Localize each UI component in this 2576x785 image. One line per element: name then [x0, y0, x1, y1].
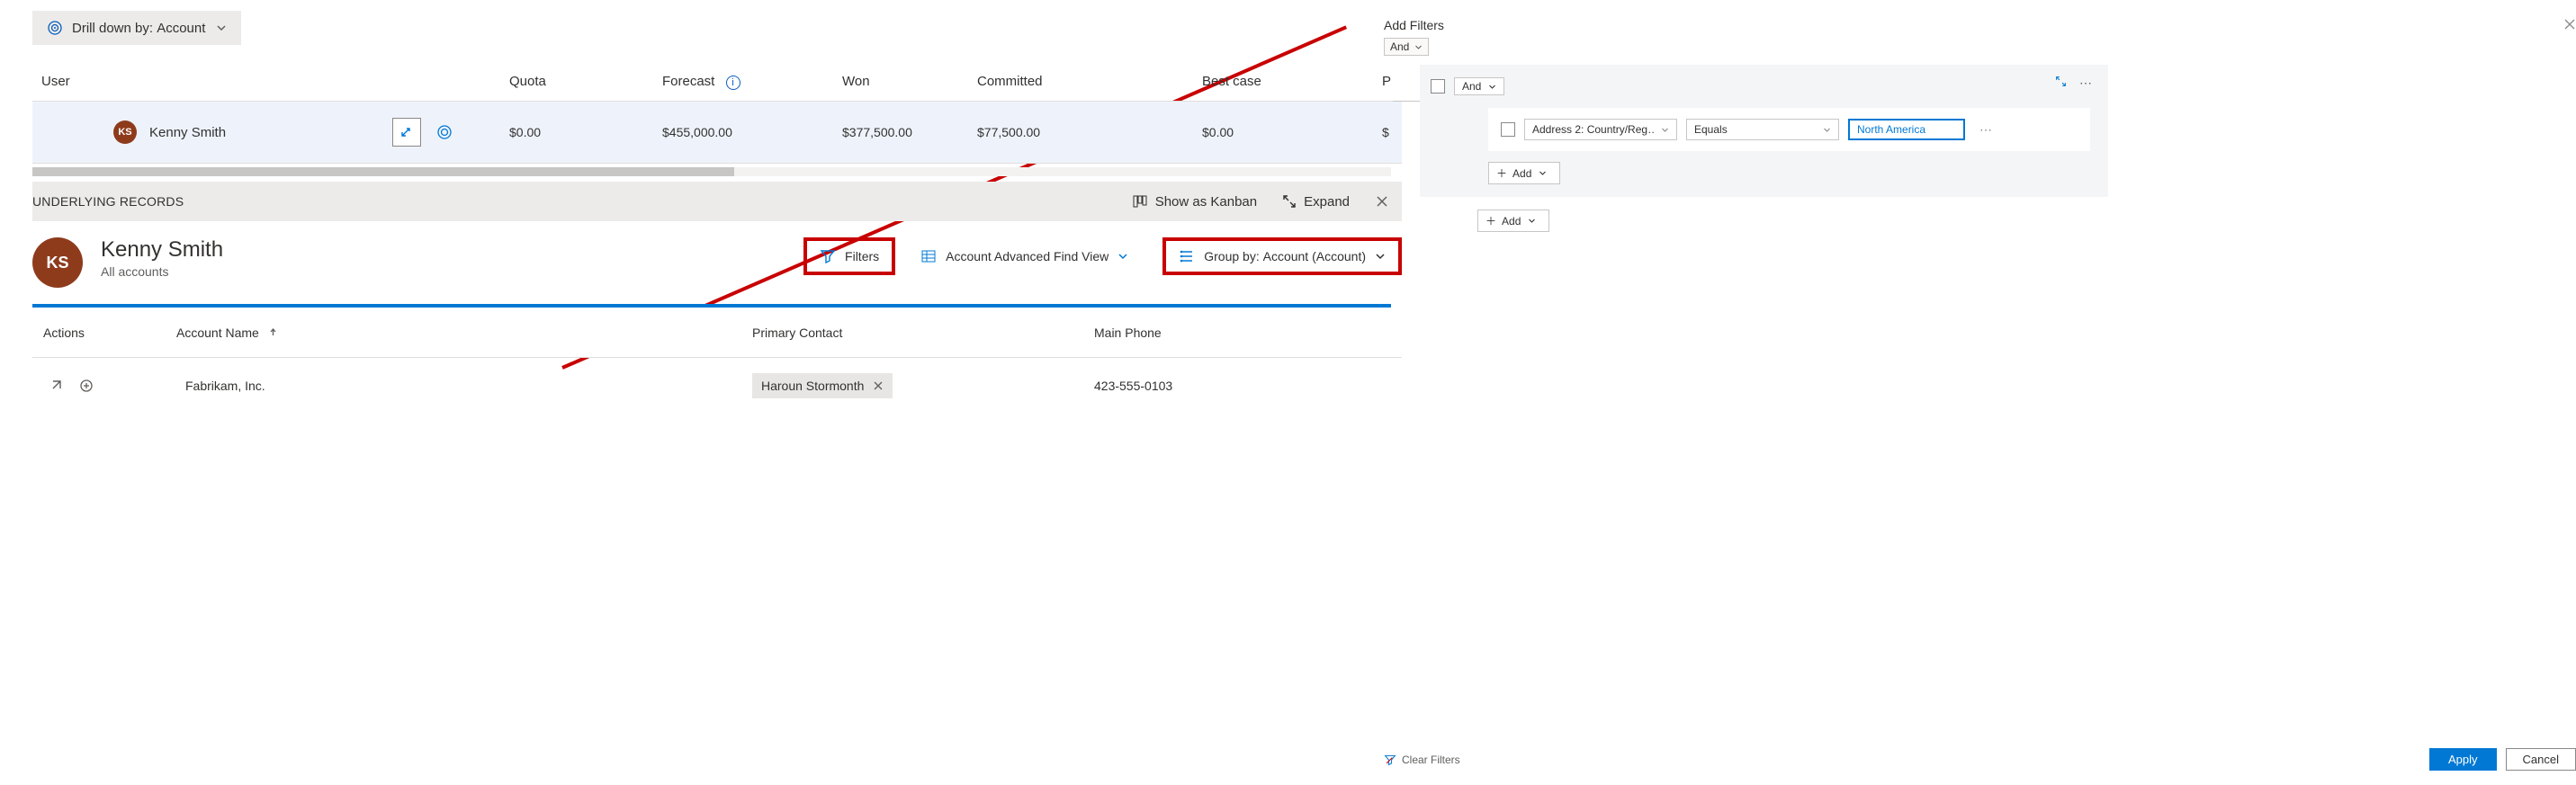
field-label: Address 2: Country/Reg…: [1532, 123, 1654, 136]
cell-committed: $77,500.00: [977, 125, 1202, 139]
col-user[interactable]: User: [32, 74, 509, 90]
root-operator-pill[interactable]: And: [1384, 38, 1429, 56]
groupby-label: Group by:: [1204, 249, 1259, 263]
h-scrollbar[interactable]: [32, 167, 1391, 176]
add-label: Add: [1502, 215, 1521, 227]
open-record-icon[interactable]: [49, 379, 63, 393]
cell-forecast: $455,000.00: [662, 125, 842, 139]
cell-account: Fabrikam, Inc.: [176, 379, 752, 393]
operator-select[interactable]: Equals: [1686, 119, 1839, 140]
cell-phone: 423-555-0103: [1094, 379, 1364, 393]
group-operator-label: And: [1462, 80, 1481, 93]
add-label: Add: [1512, 167, 1531, 180]
clear-filters-label: Clear Filters: [1402, 754, 1460, 766]
chevron-down-icon: [1539, 169, 1547, 177]
drilldown-button[interactable]: Drill down by: Account: [32, 11, 241, 45]
plus-icon: ＋: [1496, 165, 1507, 181]
filter-condition-row: Address 2: Country/Reg… Equals ⋯: [1488, 108, 2090, 151]
detail-name: Kenny Smith: [101, 237, 223, 263]
th-phone[interactable]: Main Phone: [1094, 326, 1364, 340]
user-avatar-small: KS: [113, 120, 137, 144]
kanban-label: Show as Kanban: [1155, 194, 1257, 210]
user-avatar-large: KS: [32, 237, 83, 288]
forecast-header-row: User Quota Forecast i Won Committed Best…: [32, 67, 1402, 101]
col-quota[interactable]: Quota: [509, 74, 662, 90]
col-won[interactable]: Won: [842, 74, 977, 90]
cell-best: $0.00: [1202, 125, 1382, 139]
th-account-label: Account Name: [176, 326, 259, 340]
clear-filters-button[interactable]: Clear Filters: [1384, 754, 1460, 766]
underlying-bar: UNDERLYING RECORDS Show as Kanban Expand: [32, 182, 1402, 221]
expand-label: Expand: [1304, 194, 1350, 210]
col-best[interactable]: Best case: [1202, 74, 1382, 90]
contact-chip[interactable]: Haroun Stormonth: [752, 373, 893, 398]
detail-subtitle: All accounts: [101, 264, 223, 279]
plus-icon: ＋: [1485, 213, 1496, 228]
show-kanban-button[interactable]: Show as Kanban: [1132, 193, 1257, 210]
target-icon: [47, 20, 63, 36]
chevron-down-icon: [216, 22, 227, 33]
expand-group-icon[interactable]: [2055, 76, 2067, 87]
chevron-down-icon: [1823, 126, 1831, 134]
th-account[interactable]: Account Name: [176, 326, 752, 340]
root-operator-label: And: [1390, 40, 1409, 53]
view-selector[interactable]: Account Advanced Find View: [915, 241, 1143, 272]
group-operator-pill[interactable]: And: [1454, 77, 1504, 95]
add-filters-panel: Add Filters And And ⋯: [1384, 18, 2576, 232]
add-condition-button[interactable]: ＋ Add: [1488, 162, 1560, 184]
target-small-icon[interactable]: [430, 118, 459, 147]
cell-won: $377,500.00: [842, 125, 977, 139]
chevron-down-icon: [1528, 217, 1536, 225]
h-scroll-thumb[interactable]: [32, 167, 734, 176]
th-actions[interactable]: Actions: [32, 326, 176, 340]
table-header: Actions Account Name Primary Contact Mai…: [32, 308, 1402, 358]
drilldown-value: Account: [157, 21, 205, 36]
chevron-down-icon: [1488, 83, 1496, 91]
panel-close-icon[interactable]: [2563, 18, 2576, 31]
col-committed[interactable]: Committed: [977, 74, 1202, 90]
expand-button[interactable]: Expand: [1282, 194, 1350, 210]
field-select[interactable]: Address 2: Country/Reg…: [1524, 119, 1677, 140]
condition-more-icon[interactable]: ⋯: [1979, 122, 1994, 138]
cell-quota: $0.00: [509, 125, 662, 139]
drilldown-prefix: Drill down by:: [72, 21, 153, 36]
group-checkbox[interactable]: [1431, 79, 1445, 94]
value-input[interactable]: [1848, 119, 1965, 140]
info-icon[interactable]: i: [726, 76, 740, 90]
col-forecast[interactable]: Forecast i: [662, 74, 842, 90]
forecast-row[interactable]: KS Kenny Smith $0.00 $455,000.00 $377,50…: [32, 101, 1402, 164]
th-contact[interactable]: Primary Contact: [752, 326, 1094, 340]
panel-title: Add Filters: [1384, 18, 2576, 32]
chevron-down-icon: [1117, 251, 1137, 262]
group-more-icon[interactable]: ⋯: [2079, 76, 2094, 91]
col-forecast-label: Forecast: [662, 74, 714, 89]
underlying-title: UNDERLYING RECORDS: [32, 194, 184, 209]
condition-checkbox[interactable]: [1501, 122, 1515, 137]
tree-connector: [1393, 101, 1420, 102]
filters-button[interactable]: Filters: [803, 237, 895, 275]
chevron-down-icon: [1414, 43, 1423, 51]
chevron-down-icon: [1661, 126, 1669, 134]
add-record-icon[interactable]: [79, 379, 94, 393]
groupby-value: Account (Account): [1263, 249, 1366, 263]
groupby-button[interactable]: Group by: Account (Account): [1162, 237, 1402, 275]
cancel-button[interactable]: Cancel: [2506, 748, 2576, 771]
sort-asc-icon: [268, 326, 278, 340]
apply-button[interactable]: Apply: [2429, 748, 2497, 771]
operator-label: Equals: [1694, 123, 1728, 136]
filters-label: Filters: [845, 249, 879, 263]
table-row[interactable]: Fabrikam, Inc. Haroun Stormonth 423-555-…: [32, 358, 1402, 414]
filter-group: And ⋯ Address 2: Country/Reg…: [1420, 65, 2108, 197]
panel-footer: Clear Filters Apply Cancel: [1384, 748, 2576, 771]
contact-name: Haroun Stormonth: [761, 379, 864, 393]
share-button[interactable]: [392, 118, 421, 147]
add-group-button[interactable]: ＋ Add: [1477, 210, 1549, 232]
remove-contact-icon[interactable]: [873, 380, 884, 391]
chevron-down-icon: [1375, 251, 1386, 262]
user-name: Kenny Smith: [149, 125, 226, 140]
view-label: Account Advanced Find View: [946, 249, 1108, 263]
